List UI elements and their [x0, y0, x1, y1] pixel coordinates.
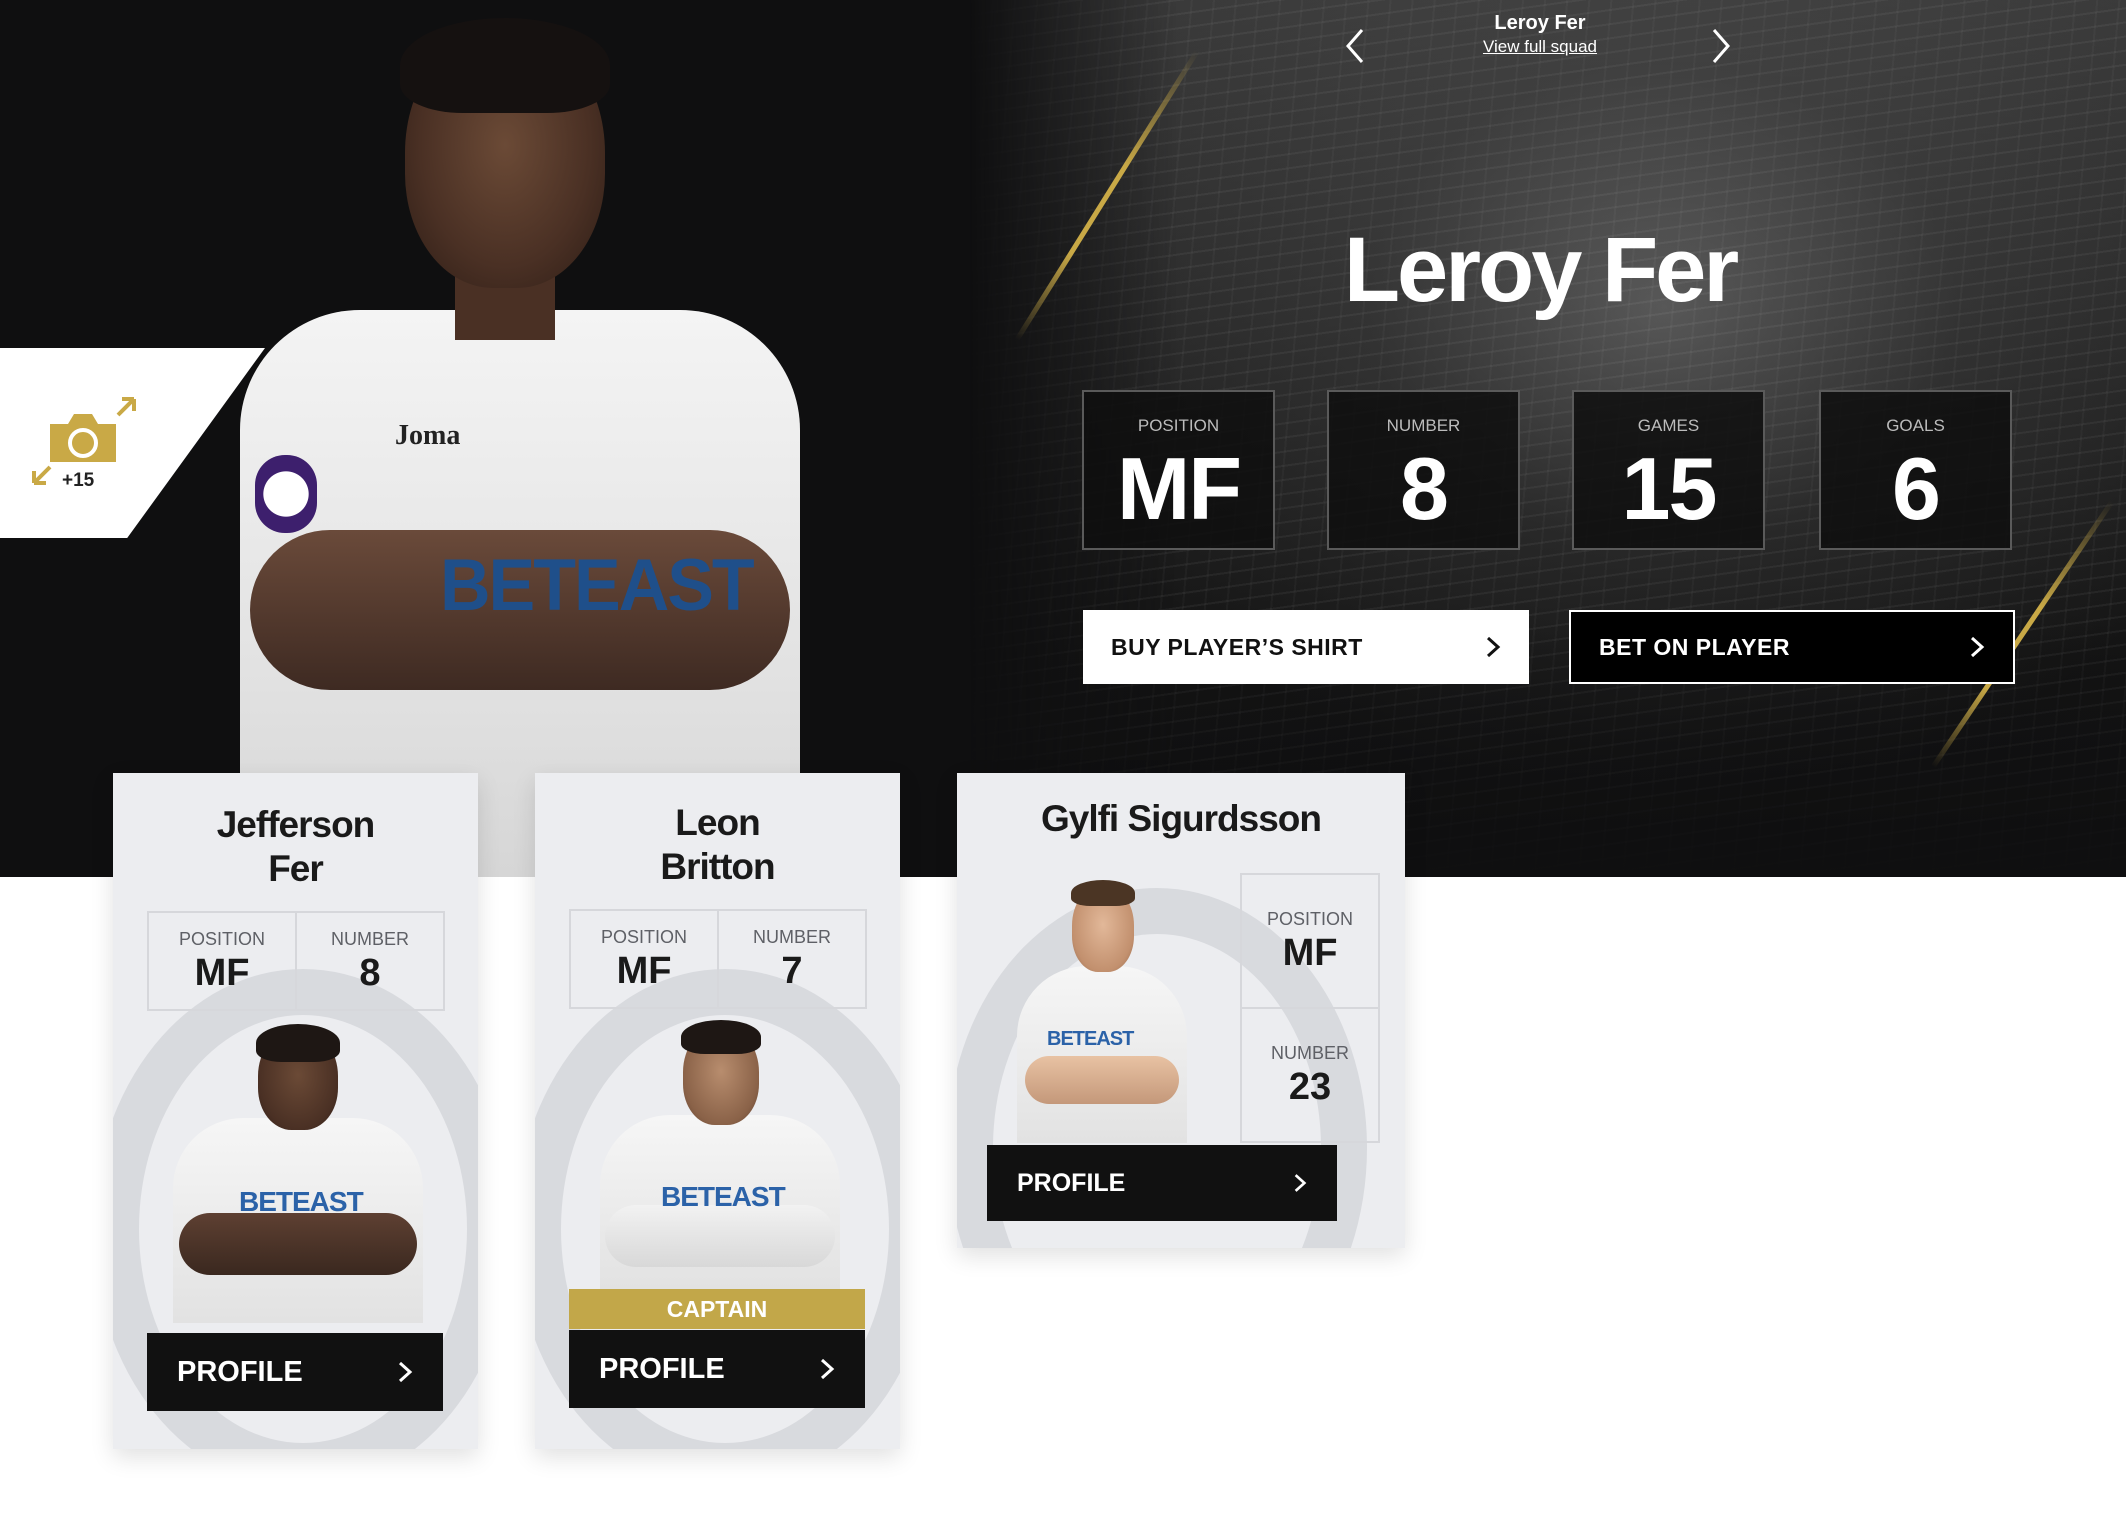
card-stat-label: NUMBER — [330, 929, 409, 949]
card-name-line: Fer — [268, 848, 324, 889]
profile-label: PROFILE — [177, 1355, 303, 1388]
player-hair — [1071, 880, 1135, 906]
player-crossed-arms — [1025, 1056, 1179, 1104]
stat-label: GAMES — [1637, 416, 1700, 435]
chevron-right-icon — [1970, 636, 1985, 658]
bet-label: BET ON PLAYER — [1599, 633, 1790, 660]
stat-value: 6 — [1892, 439, 1941, 538]
stat-games: GAMES 15 — [1572, 390, 1765, 550]
card-player-name: Gylfi Sigurdsson — [1040, 798, 1322, 839]
card-stat-position: POSITION MF — [569, 909, 719, 1009]
card-stat-number: NUMBER 7 — [717, 909, 867, 1009]
stat-label: GOALS — [1886, 416, 1945, 435]
card-stat-value: 7 — [781, 950, 803, 992]
card-stat-value: MF — [1282, 932, 1338, 974]
shirt-sponsor-text: BETEAST — [440, 544, 755, 626]
card-player-name: Jefferson Fer — [113, 803, 478, 891]
stat-goals: GOALS 6 — [1819, 390, 2012, 550]
card-stat-label: NUMBER — [1270, 1043, 1349, 1063]
player-hero: Joma BETEAST +15 Leroy Fer View full squ… — [0, 0, 2126, 877]
current-player-name: Leroy Fer — [1494, 12, 1586, 34]
card-name-line: Leon — [675, 802, 760, 843]
card-name-line: Britton — [660, 846, 775, 887]
card-player-name: Leon Britton — [535, 801, 900, 889]
bet-on-player-button[interactable]: BET ON PLAYER — [1569, 610, 2015, 684]
card-player-photo: BETEAST — [1017, 878, 1187, 1143]
card-stat-position: POSITION MF — [147, 911, 297, 1011]
player-hair — [256, 1024, 340, 1062]
stat-value: 8 — [1400, 439, 1449, 538]
player-card[interactable]: Leon Britton POSITION MF NUMBER 7 BETEAS… — [535, 773, 900, 1449]
stat-position: POSITION MF — [1082, 390, 1275, 550]
hero-player-photo: Joma BETEAST — [230, 10, 810, 877]
chevron-right-icon — [398, 1361, 413, 1383]
league-badge-icon — [255, 455, 317, 533]
stat-label: POSITION — [1137, 416, 1220, 435]
player-hair — [400, 18, 610, 113]
profile-button[interactable]: PROFILE — [987, 1145, 1337, 1221]
buy-shirt-label: BUY PLAYER’S SHIRT — [1111, 633, 1363, 660]
shirt-sponsor-text: BETEAST — [661, 1181, 786, 1212]
profile-label: PROFILE — [1017, 1168, 1126, 1197]
gallery-count: +15 — [62, 470, 95, 491]
chevron-right-icon — [1486, 636, 1501, 658]
chevron-right-icon — [1712, 29, 1730, 63]
card-stat-value: 23 — [1288, 1066, 1332, 1108]
card-name-line: Jefferson — [216, 804, 376, 845]
card-stat-number: NUMBER 23 — [1240, 1007, 1380, 1143]
player-card[interactable]: Jefferson Fer POSITION MF NUMBER 8 BETEA… — [113, 773, 478, 1449]
player-crossed-arms — [179, 1213, 417, 1275]
stat-label: NUMBER — [1386, 416, 1461, 435]
chevron-right-icon — [820, 1358, 835, 1380]
view-full-squad-link[interactable]: View full squad — [1483, 37, 1597, 56]
buy-player-shirt-button[interactable]: BUY PLAYER’S SHIRT — [1083, 610, 1529, 684]
shirt-sponsor-text: BETEAST — [1047, 1028, 1134, 1050]
card-stat-value: 8 — [359, 952, 381, 994]
profile-button[interactable]: PROFILE — [147, 1333, 443, 1411]
chevron-right-icon — [1294, 1174, 1307, 1192]
player-name-heading: Leroy Fer — [1343, 219, 1739, 321]
player-shirt — [1017, 966, 1187, 1143]
card-stat-label: NUMBER — [752, 927, 831, 947]
card-stat-value: MF — [616, 950, 672, 992]
card-stat-label: POSITION — [600, 927, 687, 947]
camera-icon[interactable] — [46, 412, 120, 464]
shirt-brand-text: Joma — [395, 420, 461, 451]
card-stat-label: POSITION — [1266, 909, 1353, 929]
profile-button[interactable]: PROFILE — [569, 1330, 865, 1408]
player-hair — [681, 1020, 761, 1054]
stat-number: NUMBER 8 — [1327, 390, 1520, 550]
card-player-photo: BETEAST — [173, 1018, 423, 1323]
shirt-sponsor-text: BETEAST — [239, 1186, 364, 1217]
stat-value: MF — [1116, 439, 1242, 538]
card-stat-label: POSITION — [178, 929, 265, 949]
profile-label: PROFILE — [599, 1352, 725, 1385]
card-stat-position: POSITION MF — [1240, 873, 1380, 1009]
next-player-button[interactable] — [1706, 24, 1736, 68]
squad-navigation: Leroy Fer View full squad — [1340, 10, 1740, 70]
card-player-photo: BETEAST — [595, 1015, 845, 1290]
card-stat-value: MF — [194, 952, 250, 994]
player-crossed-arms — [605, 1205, 835, 1267]
captain-badge: CAPTAIN — [569, 1289, 865, 1329]
card-stat-number: NUMBER 8 — [295, 911, 445, 1011]
stat-value: 15 — [1621, 439, 1718, 538]
player-card[interactable]: Gylfi Sigurdsson POSITION MF NUMBER 23 B… — [957, 773, 1405, 1248]
